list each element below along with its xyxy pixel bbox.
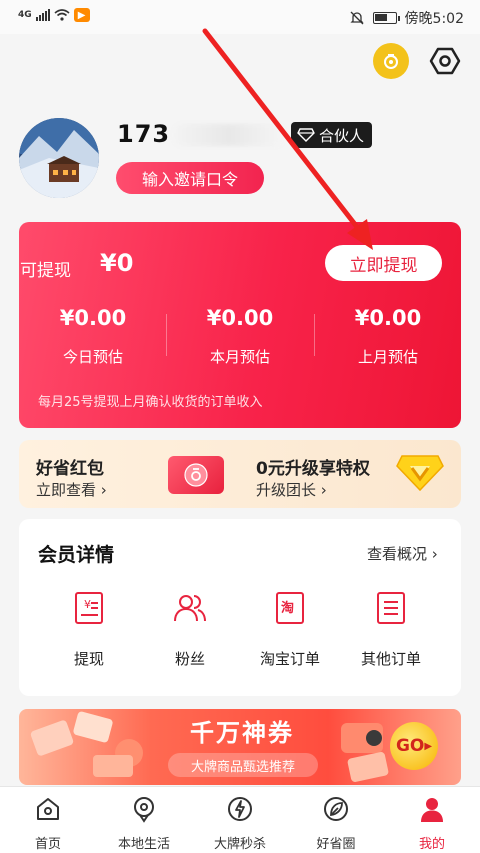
stat-this-month[interactable]: ¥0.00 本月预估 bbox=[166, 306, 314, 367]
upgrade-link[interactable]: 升级团长 › bbox=[256, 479, 327, 500]
avatar[interactable] bbox=[19, 118, 99, 198]
network-type: 4G bbox=[18, 10, 32, 20]
red-packet-title[interactable]: 好省红包 bbox=[36, 454, 104, 479]
leaf-icon bbox=[324, 797, 348, 821]
wifi-icon bbox=[54, 9, 70, 21]
flash-icon bbox=[228, 797, 252, 821]
invite-code-button[interactable]: 输入邀请口令 bbox=[116, 162, 264, 194]
member-item-other-orders[interactable]: 其他订单 bbox=[346, 590, 436, 669]
partner-badge: 合伙人 bbox=[291, 122, 373, 148]
chevron-right-icon: › bbox=[431, 545, 438, 563]
status-bar: 4G ▶ 傍晚5:02 bbox=[0, 0, 480, 34]
member-item-label: 提现 bbox=[73, 650, 104, 668]
app-notification-icon: ▶ bbox=[73, 8, 90, 22]
upgrade-title[interactable]: 0元升级享特权 bbox=[256, 454, 370, 479]
clock: 傍晚5:02 bbox=[404, 11, 464, 27]
svg-text:¥: ¥ bbox=[84, 598, 91, 611]
signal-icon bbox=[35, 9, 50, 21]
member-item-label: 粉丝 bbox=[174, 650, 205, 668]
settings-icon[interactable] bbox=[429, 45, 461, 77]
chevron-right-icon: › bbox=[320, 481, 327, 499]
play-icon: ▶ bbox=[424, 740, 433, 752]
tab-label: 大牌秒杀 bbox=[213, 837, 266, 852]
chevron-right-icon: › bbox=[100, 481, 107, 499]
banner-subtitle: 大牌商品甄选推荐 bbox=[168, 753, 318, 777]
stat-value: ¥0.00 bbox=[59, 306, 127, 330]
user-phone: 173 bbox=[117, 120, 171, 148]
view-overview-label: 查看概况 bbox=[367, 545, 428, 563]
tab-mine[interactable]: 我的 bbox=[384, 795, 480, 852]
withdrawable-amount: ¥0 bbox=[100, 249, 134, 277]
withdrawable-label: 可提现 bbox=[20, 261, 71, 281]
tab-flash-sale[interactable]: 大牌秒杀 bbox=[192, 795, 288, 852]
member-item-taobao-orders[interactable]: 淘 淘宝订单 bbox=[245, 590, 335, 669]
home-icon bbox=[37, 798, 59, 820]
stat-value: ¥0.00 bbox=[206, 306, 274, 330]
member-item-withdraw[interactable]: ¥ 提现 bbox=[44, 590, 134, 669]
stat-today[interactable]: ¥0.00 今日预估 bbox=[19, 306, 167, 367]
tab-label: 本地生活 bbox=[117, 837, 170, 852]
member-details-title: 会员详情 bbox=[38, 544, 115, 566]
stat-label: 今日预估 bbox=[62, 348, 123, 366]
location-icon bbox=[134, 797, 154, 823]
tab-label: 我的 bbox=[418, 837, 445, 852]
view-overview-link[interactable]: 查看概况 › bbox=[367, 543, 438, 564]
withdraw-note: 每月25号提现上月确认收货的订单收入 bbox=[38, 395, 263, 410]
stat-label: 上月预估 bbox=[357, 348, 418, 366]
diamond-icon bbox=[297, 128, 315, 142]
red-packet-link-label: 立即查看 bbox=[36, 481, 97, 499]
coin-icon[interactable] bbox=[373, 43, 409, 79]
stat-value: ¥0.00 bbox=[354, 306, 422, 330]
masked-phone-digits bbox=[174, 124, 284, 146]
withdraw-button[interactable]: 立即提现 bbox=[325, 245, 442, 281]
banner-go-label: GO bbox=[395, 736, 425, 756]
person-icon bbox=[421, 798, 443, 822]
tab-home[interactable]: 首页 bbox=[0, 795, 96, 852]
battery-icon bbox=[372, 12, 400, 24]
stat-label: 本月预估 bbox=[209, 348, 270, 366]
stat-last-month[interactable]: ¥0.00 上月预估 bbox=[314, 306, 462, 367]
member-item-label: 淘宝订单 bbox=[259, 650, 320, 668]
tab-haosheng-circle[interactable]: 好省圈 bbox=[288, 795, 384, 852]
banner-go-button[interactable]: GO ▶ bbox=[390, 722, 438, 770]
taobao-order-icon: 淘 bbox=[276, 592, 304, 624]
tab-local-life[interactable]: 本地生活 bbox=[96, 795, 192, 852]
upgrade-link-label: 升级团长 bbox=[256, 481, 317, 499]
red-packet-link[interactable]: 立即查看 › bbox=[36, 479, 107, 500]
fans-icon bbox=[174, 595, 206, 622]
member-item-fans[interactable]: 粉丝 bbox=[145, 590, 235, 669]
banner-title: 千万神券 bbox=[190, 719, 294, 747]
yen-doc-icon: ¥ bbox=[75, 592, 103, 624]
tab-label: 首页 bbox=[34, 837, 61, 852]
partner-badge-label: 合伙人 bbox=[319, 126, 365, 145]
svg-text:淘: 淘 bbox=[281, 600, 294, 616]
mute-bell-icon bbox=[349, 11, 364, 25]
gold-diamond-icon[interactable] bbox=[396, 452, 444, 492]
tab-label: 好省圈 bbox=[316, 837, 356, 852]
other-order-icon bbox=[377, 592, 405, 624]
member-item-label: 其他订单 bbox=[360, 650, 421, 668]
red-packet-icon[interactable] bbox=[168, 456, 224, 494]
